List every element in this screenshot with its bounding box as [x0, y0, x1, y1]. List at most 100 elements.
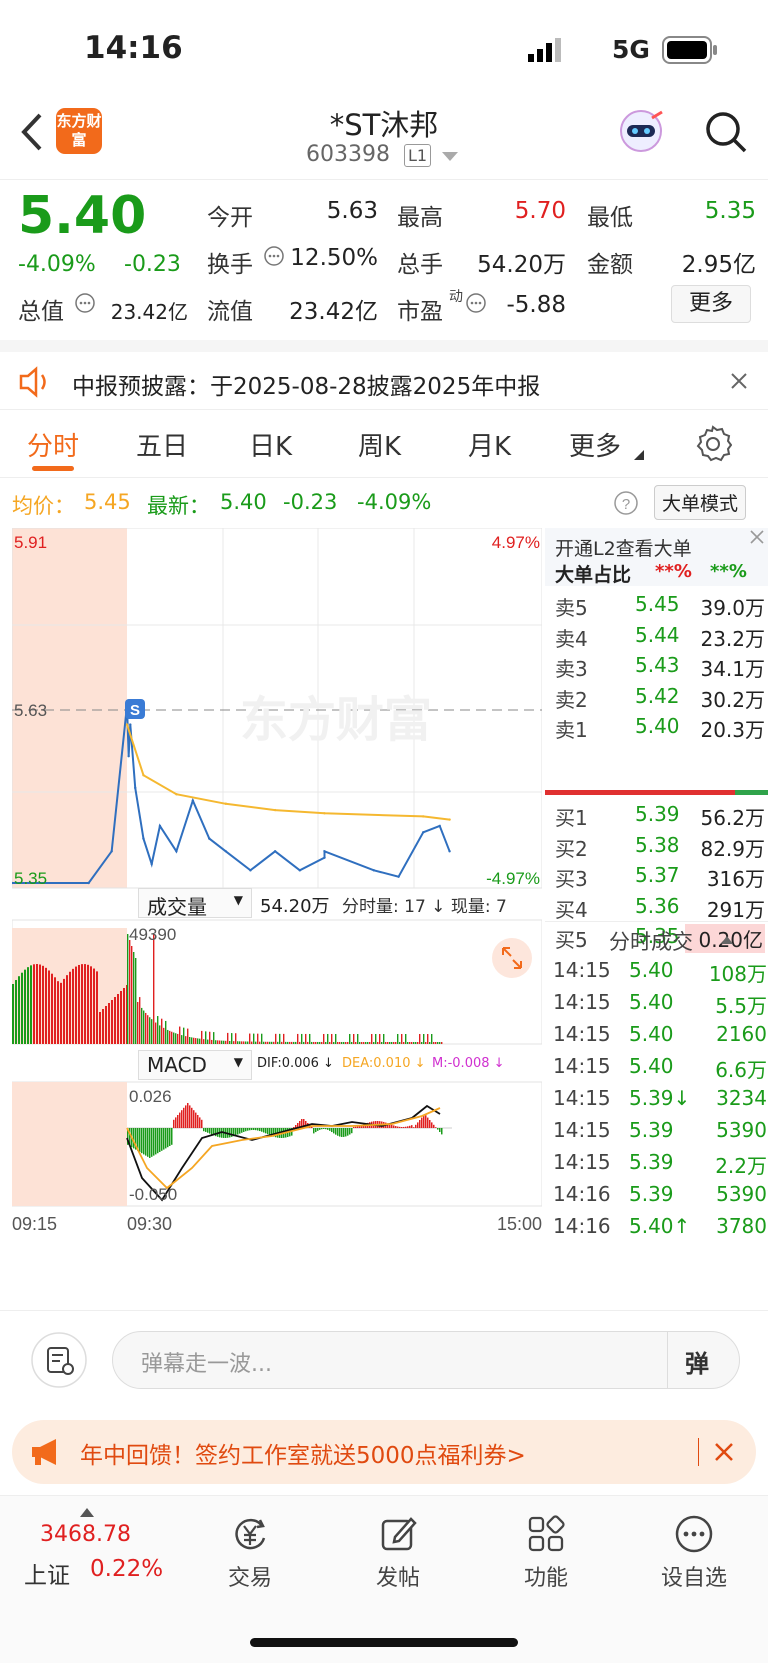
trade-row[interactable]: 14:15 5.40 5.5万	[545, 986, 768, 1018]
trade-price: 5.40↑	[629, 1214, 691, 1238]
volume-bar	[347, 1041, 349, 1044]
ask-row[interactable]: 卖5 5.45 39.0万	[545, 588, 768, 620]
volume-bar	[151, 1019, 153, 1044]
macd-bar	[431, 1122, 433, 1128]
help-icon[interactable]: ?	[613, 490, 639, 516]
notes-icon[interactable]	[30, 1331, 88, 1389]
expand-button[interactable]	[492, 938, 532, 978]
ask-price: 5.42	[635, 683, 680, 708]
macd-bar	[247, 1128, 249, 1131]
nav-functions[interactable]: 功能	[486, 1514, 606, 1592]
bid-row[interactable]: 买1 5.39 56.2万	[545, 798, 768, 830]
volume-bar	[277, 1041, 279, 1044]
avg-series-point	[422, 815, 425, 818]
macd-bar	[433, 1124, 435, 1128]
trade-row[interactable]: 14:15 5.40 108万	[545, 954, 768, 986]
tab-monthly-k[interactable]: 月K	[468, 426, 511, 463]
level-badge[interactable]: L1	[404, 144, 432, 167]
macd-bar	[245, 1128, 247, 1132]
ask-row[interactable]: 卖1 5.40 20.3万	[545, 710, 768, 742]
volume-bar	[357, 1033, 359, 1044]
macd-bar	[167, 1128, 169, 1148]
more-button[interactable]: 更多	[671, 285, 751, 323]
ask-row[interactable]: 卖4 5.44 23.2万	[545, 619, 768, 651]
bid-row[interactable]: 买4 5.36 291万	[545, 890, 768, 922]
macd-bar	[405, 1126, 407, 1128]
volume-bar	[269, 1041, 271, 1044]
macd-indicator-select[interactable]: MACD ▼	[138, 1050, 252, 1080]
bid-row[interactable]: 买3 5.37 316万	[545, 859, 768, 891]
dropdown-icon[interactable]	[442, 152, 458, 162]
nav-trade[interactable]: 交易	[190, 1514, 310, 1592]
trade-row[interactable]: 14:16 5.39 5390	[545, 1178, 768, 1210]
volume-bar	[205, 1031, 207, 1044]
l2-promo[interactable]: 开通L2查看大单 大单占比 **% **%	[545, 528, 768, 586]
trade-row[interactable]: 14:15 5.39 5390	[545, 1114, 768, 1146]
volume-bar	[239, 1041, 241, 1044]
comment-input[interactable]: 弹幕走一波... 弹	[112, 1331, 740, 1389]
volume-bar	[309, 1033, 311, 1044]
time-start-label: 09:15	[12, 1214, 57, 1234]
volume-bar	[147, 1015, 149, 1044]
volume-bar	[165, 1020, 167, 1044]
close-icon[interactable]	[750, 530, 764, 544]
trades-title[interactable]: 分时成交	[609, 926, 693, 956]
trade-row[interactable]: 14:15 5.40 2160	[545, 1018, 768, 1050]
promo-banner[interactable]: 年中回馈！签约工作室就送5000点福利券>	[12, 1420, 756, 1484]
expand-up-icon[interactable]	[80, 1508, 94, 1517]
index-value[interactable]: 3468.78	[40, 1522, 131, 1547]
volume-bar	[383, 1033, 385, 1044]
volume-bar	[257, 1033, 259, 1044]
volume-bar	[301, 1033, 303, 1044]
ask-row[interactable]: 卖3 5.43 34.1万	[545, 649, 768, 681]
trade-volume: 5390	[716, 1182, 767, 1206]
gear-icon[interactable]	[694, 424, 732, 462]
price-series-point	[134, 786, 137, 790]
info-dots-icon[interactable]	[263, 245, 285, 267]
notice-bar[interactable]: 中报预披露：于2025-08-28披露2025年中报	[0, 340, 768, 410]
danmu-send-button[interactable]: 弹	[685, 1344, 709, 1379]
volume-bar	[359, 1041, 361, 1044]
volume-bar	[401, 1033, 403, 1044]
trade-row[interactable]: 14:15 5.39 2.2万	[545, 1146, 768, 1178]
volume-bar	[281, 1041, 283, 1044]
volume-bar	[221, 1040, 223, 1044]
macd-bar	[143, 1128, 145, 1155]
ask-row[interactable]: 卖2 5.42 30.2万	[545, 680, 768, 712]
volume-bar	[439, 1041, 441, 1044]
close-icon[interactable]	[714, 1442, 734, 1462]
trade-row[interactable]: 14:15 5.40 6.6万	[545, 1050, 768, 1082]
volume-bar	[263, 1041, 265, 1044]
bid-row[interactable]: 买2 5.38 82.9万	[545, 829, 768, 861]
sort-up-icon[interactable]	[721, 936, 733, 944]
nav-post[interactable]: 发帖	[338, 1514, 458, 1592]
price-series-point	[273, 850, 277, 853]
ask-price: 5.45	[635, 592, 680, 616]
avg-series-point	[175, 793, 178, 796]
nav-add-watchlist[interactable]: 设自选	[634, 1514, 754, 1592]
trade-row[interactable]: 14:15 5.39↓ 3234	[545, 1082, 768, 1114]
robot-avatar-icon[interactable]	[618, 108, 664, 154]
info-dots-icon[interactable]	[74, 292, 96, 314]
tab-weekly-k[interactable]: 周K	[358, 426, 401, 463]
macd-bar	[421, 1117, 423, 1128]
ask-volume: 30.2万	[700, 687, 765, 712]
trade-row[interactable]: 14:16 5.40↑ 3780	[545, 1210, 768, 1242]
volume-indicator-select[interactable]: 成交量 ▼	[138, 888, 252, 919]
intraday-chart[interactable]: 东方财富 S 5.91 5.63 5.35 4.97% -4.97% 49390…	[10, 527, 543, 1308]
tab-daily-k[interactable]: 日K	[249, 426, 292, 463]
tab-more[interactable]: 更多	[569, 426, 621, 463]
info-dots-icon[interactable]	[465, 292, 487, 314]
tab-five-day[interactable]: 五日	[136, 426, 188, 463]
close-icon[interactable]	[730, 372, 748, 390]
volume-bar	[235, 1033, 237, 1044]
volume-bar	[102, 1009, 104, 1044]
bid-price: 5.39	[635, 802, 680, 826]
macd-bar	[337, 1128, 339, 1136]
macd-bar	[263, 1128, 265, 1133]
change-percent: -4.09%	[18, 252, 96, 277]
big-order-mode-button[interactable]: 大单模式	[654, 485, 747, 520]
search-icon[interactable]	[704, 110, 748, 154]
volume-bar	[39, 964, 41, 1044]
tab-intraday[interactable]: 分时	[27, 426, 79, 463]
